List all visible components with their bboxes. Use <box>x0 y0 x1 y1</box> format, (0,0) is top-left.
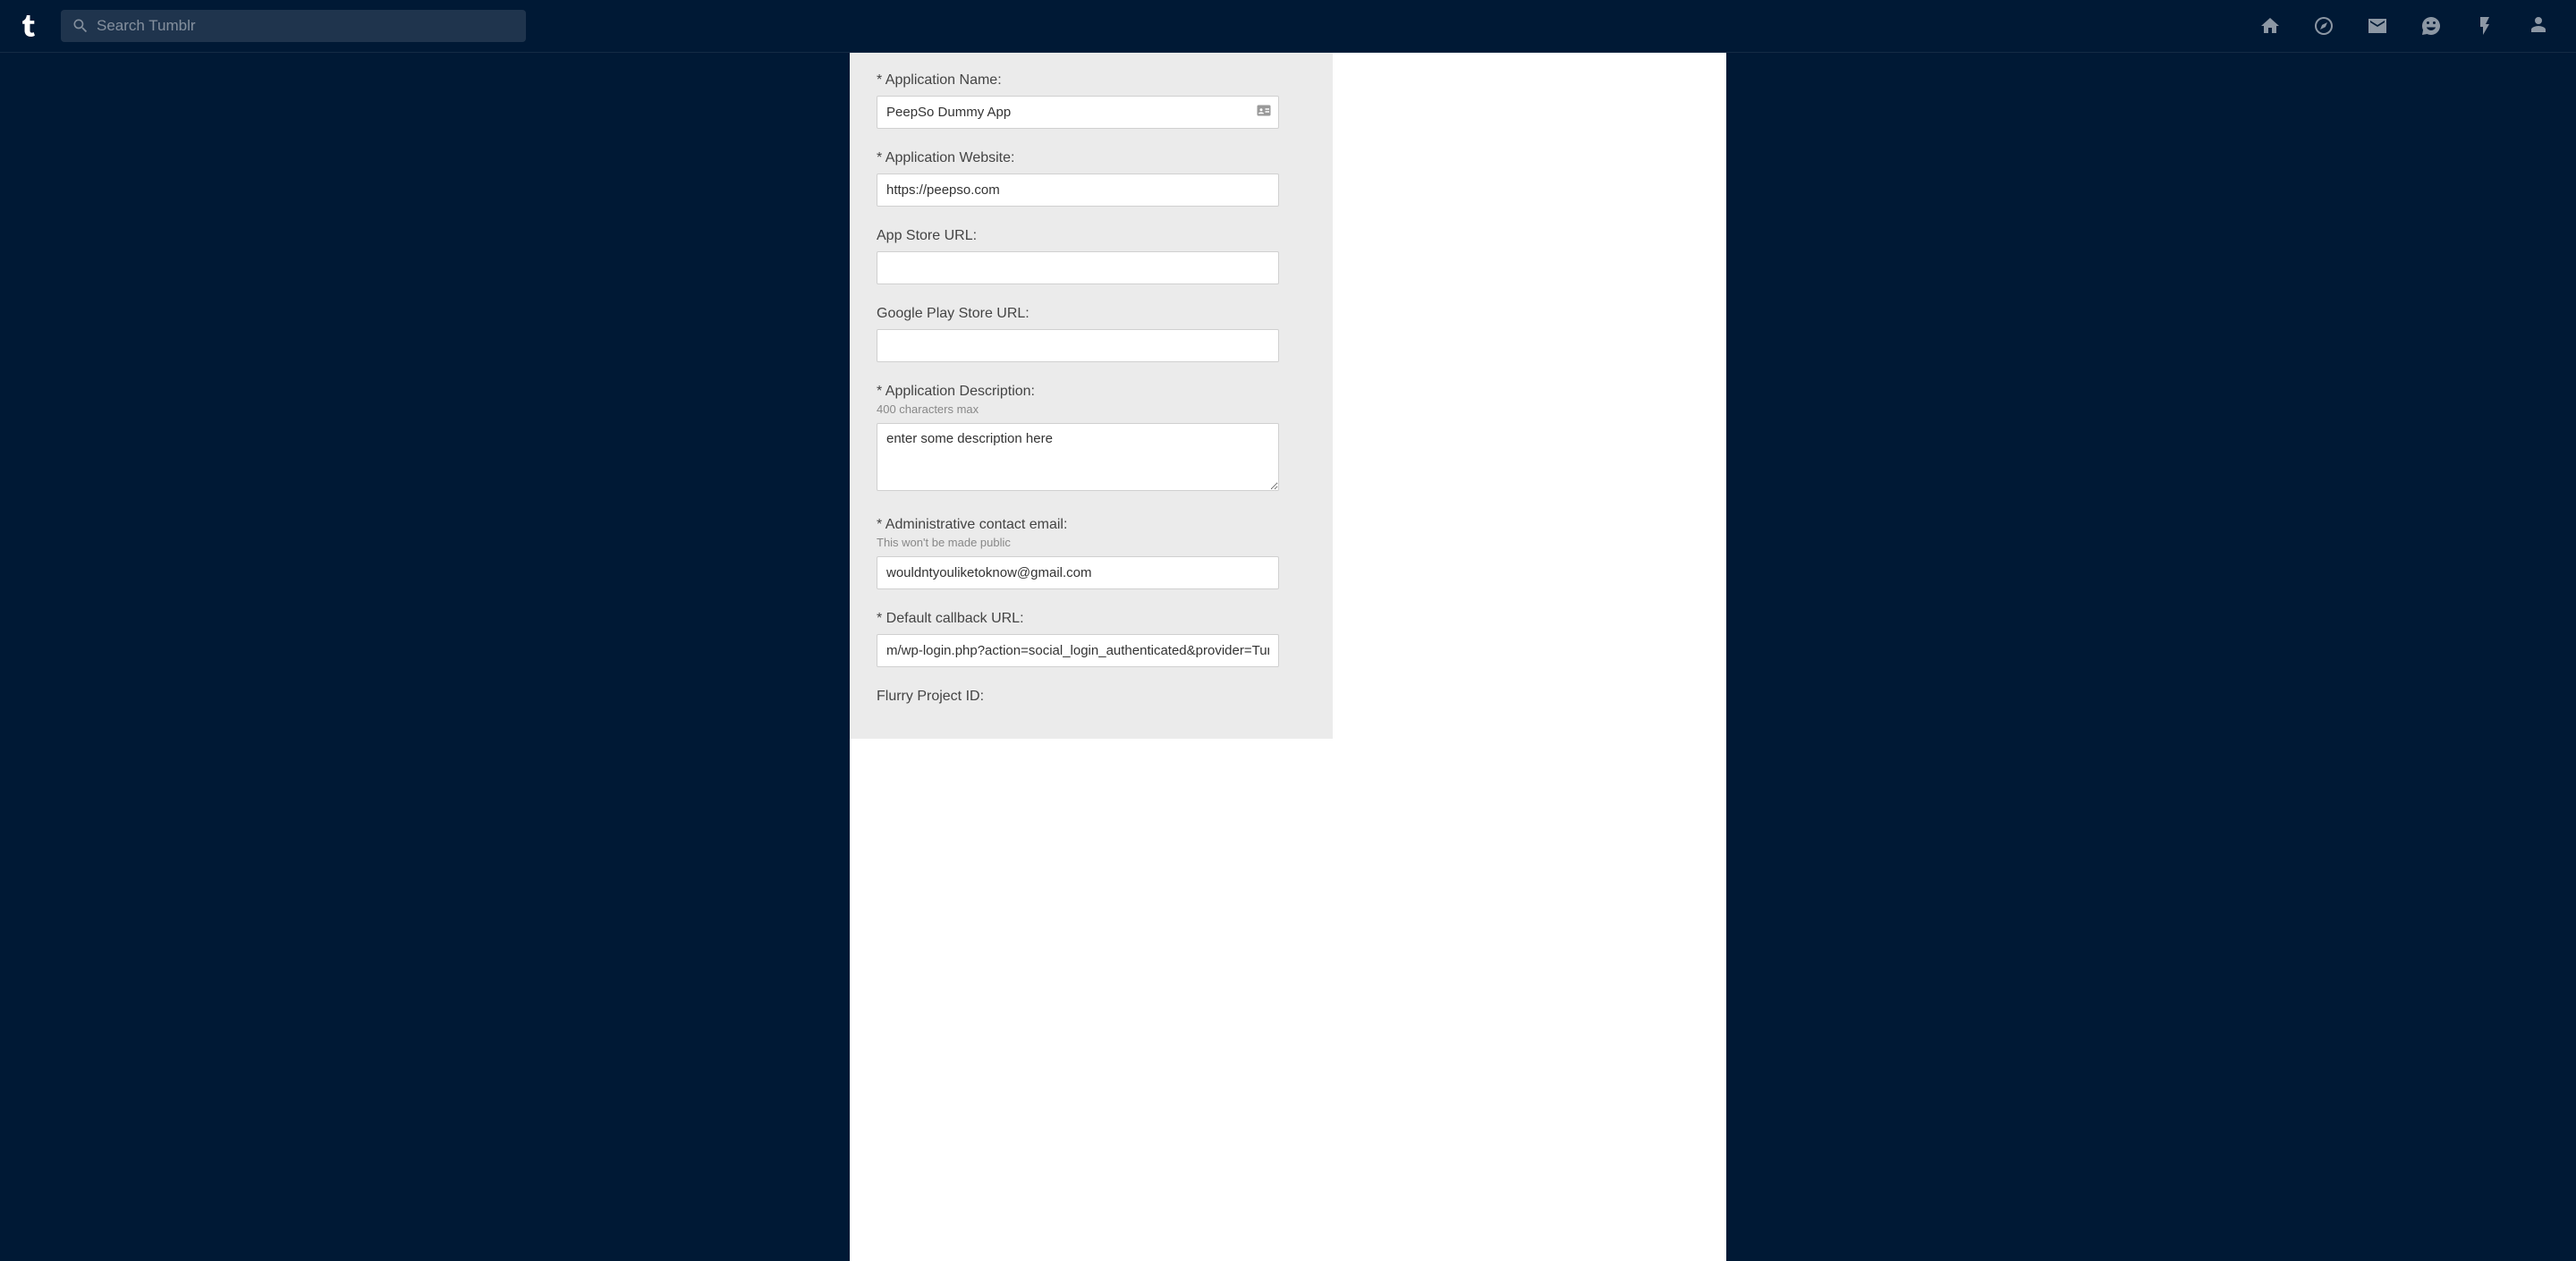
search-input[interactable] <box>61 10 526 42</box>
callback-label: * Default callback URL: <box>877 611 1306 627</box>
field-callback: * Default callback URL: <box>877 611 1306 667</box>
app-store-label: App Store URL: <box>877 228 1306 244</box>
search-wrap <box>61 10 526 42</box>
inbox-icon[interactable] <box>2367 15 2388 37</box>
callback-input[interactable] <box>877 634 1279 667</box>
page: * Application Name: * Application Websit… <box>0 53 2576 1261</box>
field-app-name: * Application Name: <box>877 72 1306 129</box>
field-flurry: Flurry Project ID: <box>877 689 1306 705</box>
description-label: * Application Description: <box>877 384 1306 400</box>
search-icon <box>72 17 89 35</box>
app-name-label: * Application Name: <box>877 72 1306 89</box>
tumblr-logo[interactable] <box>18 15 45 37</box>
admin-email-label: * Administrative contact email: <box>877 517 1306 533</box>
field-admin-email: * Administrative contact email: This won… <box>877 517 1306 589</box>
description-input[interactable] <box>877 423 1279 491</box>
account-icon[interactable] <box>2528 15 2549 37</box>
activity-icon[interactable] <box>2474 15 2496 37</box>
admin-email-hint: This won't be made public <box>877 536 1306 549</box>
play-store-input[interactable] <box>877 329 1279 362</box>
autofill-icon <box>1256 102 1272 123</box>
app-form-panel: * Application Name: * Application Websit… <box>850 53 1333 739</box>
content-sheet: * Application Name: * Application Websit… <box>850 53 1726 1261</box>
app-website-input[interactable] <box>877 173 1279 207</box>
home-icon[interactable] <box>2259 15 2281 37</box>
top-bar <box>0 0 2576 53</box>
field-description: * Application Description: 400 character… <box>877 384 1306 495</box>
field-app-store: App Store URL: <box>877 228 1306 284</box>
field-play-store: Google Play Store URL: <box>877 306 1306 362</box>
field-app-website: * Application Website: <box>877 150 1306 207</box>
explore-icon[interactable] <box>2313 15 2334 37</box>
admin-email-input[interactable] <box>877 556 1279 589</box>
app-name-input[interactable] <box>877 96 1279 129</box>
app-store-input[interactable] <box>877 251 1279 284</box>
nav-icons <box>2259 15 2558 37</box>
app-website-label: * Application Website: <box>877 150 1306 166</box>
description-hint: 400 characters max <box>877 402 1306 416</box>
play-store-label: Google Play Store URL: <box>877 306 1306 322</box>
flurry-label: Flurry Project ID: <box>877 689 1306 705</box>
messaging-icon[interactable] <box>2420 15 2442 37</box>
